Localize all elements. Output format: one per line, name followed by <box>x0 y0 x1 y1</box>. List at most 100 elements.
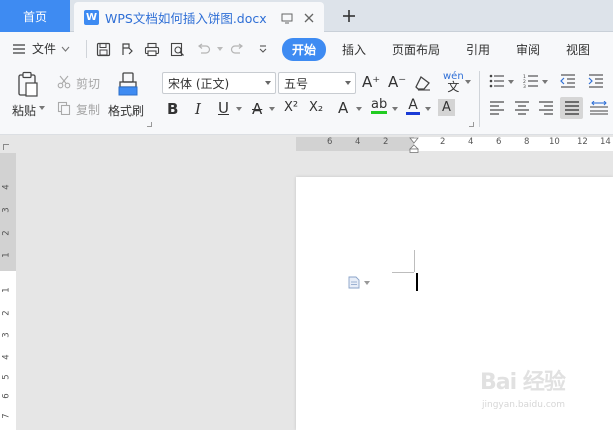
text-effect-dropdown-icon[interactable] <box>356 107 362 111</box>
cut-label[interactable]: 剪切 <box>76 75 100 92</box>
redo-icon[interactable] <box>228 40 246 58</box>
vertical-ruler[interactable]: 4 3 2 1 1 2 3 4 5 6 7 <box>0 153 16 430</box>
font-color-bar <box>406 112 420 115</box>
align-center-icon[interactable] <box>514 100 530 116</box>
title-tab-bar: 首页 W WPS文档如何插入饼图.docx <box>0 0 613 32</box>
ruler-number: 4 <box>468 137 474 147</box>
distribute-icon[interactable] <box>589 100 609 116</box>
close-tab-icon[interactable] <box>302 11 316 25</box>
wps-writer-icon: W <box>84 9 99 25</box>
undo-icon[interactable] <box>194 40 212 58</box>
char-shading-button[interactable]: A <box>438 99 455 116</box>
subscript-button[interactable]: X₂ <box>309 100 323 115</box>
align-right-icon[interactable] <box>538 100 554 116</box>
ruler-number: 2 <box>440 137 446 147</box>
paste-icon[interactable] <box>14 70 42 100</box>
ruler-number: 6 <box>1 393 12 399</box>
grow-font-button[interactable]: A⁺ <box>362 73 380 91</box>
underline-dropdown-icon[interactable] <box>236 107 242 111</box>
tab-view[interactable]: 视图 <box>566 41 590 58</box>
superscript-button[interactable]: X² <box>284 100 298 115</box>
indent-marker-icon[interactable] <box>409 137 419 153</box>
ruler-number: 4 <box>1 354 12 360</box>
ruler-number: 5 <box>1 374 12 380</box>
ruler-number: 3 <box>1 207 12 213</box>
bullet-dropdown-icon[interactable] <box>508 80 514 84</box>
format-painter-icon[interactable] <box>116 70 140 98</box>
horizontal-ruler[interactable]: 6 4 2 2 4 6 8 10 12 14 <box>0 135 613 153</box>
tab-references[interactable]: 引用 <box>466 41 490 58</box>
clipboard-dialog-launcher[interactable] <box>147 122 152 127</box>
decrease-indent-icon[interactable] <box>560 73 576 89</box>
copy-icon[interactable] <box>57 101 71 115</box>
chevron-down-icon <box>61 46 70 52</box>
highlight-button[interactable]: ab <box>371 98 387 114</box>
highlight-glyph: ab <box>371 97 388 112</box>
tab-home[interactable]: 首页 <box>0 0 70 32</box>
font-color-button[interactable]: A <box>406 98 420 115</box>
paste-label[interactable]: 粘贴 <box>12 102 36 119</box>
copy-label[interactable]: 复制 <box>76 101 100 118</box>
ruler-number: 2 <box>1 310 12 316</box>
strikethrough-dropdown-icon[interactable] <box>269 107 275 111</box>
tab-review[interactable]: 审阅 <box>516 41 540 58</box>
chevron-down-icon <box>364 280 370 285</box>
ruler-number: 2 <box>1 230 12 236</box>
font-name-select[interactable]: 宋体 (正文) <box>162 72 276 94</box>
increase-indent-icon[interactable] <box>588 73 604 89</box>
export-icon[interactable] <box>118 40 136 58</box>
tab-document[interactable]: W WPS文档如何插入饼图.docx <box>74 2 324 32</box>
font-size-select[interactable]: 五号 <box>278 72 356 94</box>
tab-home-ribbon[interactable]: 开始 <box>282 38 327 61</box>
justify-icon[interactable] <box>560 97 583 119</box>
pinyin-dropdown-icon[interactable] <box>465 80 471 84</box>
clear-format-icon[interactable] <box>414 74 432 92</box>
ruler-number: 10 <box>549 137 560 147</box>
undo-dropdown-icon[interactable] <box>211 40 229 58</box>
ribbon-separator <box>479 71 480 127</box>
italic-button[interactable]: I <box>195 100 201 118</box>
watermark-text: Bai 经验 <box>480 370 566 395</box>
tab-insert[interactable]: 插入 <box>342 41 366 58</box>
align-left-icon[interactable] <box>489 100 505 116</box>
font-name-value: 宋体 (正文) <box>168 76 230 91</box>
new-tab-button[interactable] <box>339 5 359 27</box>
bullet-list-icon[interactable] <box>489 73 505 89</box>
window-mode-icon[interactable] <box>280 11 294 25</box>
text-cursor <box>416 273 418 291</box>
file-menu-button[interactable]: 文件 <box>12 40 70 57</box>
ruler-number: 4 <box>1 184 12 190</box>
tab-page-layout[interactable]: 页面布局 <box>392 41 440 58</box>
margin-corner-mark <box>414 250 415 272</box>
numbering-dropdown-icon[interactable] <box>542 80 548 84</box>
tab-stop-selector[interactable] <box>3 144 9 150</box>
font-color-dropdown-icon[interactable] <box>425 107 431 111</box>
highlight-dropdown-icon[interactable] <box>392 107 398 111</box>
ruler-number: 8 <box>524 137 530 147</box>
font-size-value: 五号 <box>284 76 309 91</box>
tab-home-label: 首页 <box>22 9 47 24</box>
print-preview-icon[interactable] <box>168 40 186 58</box>
ruler-number: 7 <box>1 413 12 419</box>
bold-button[interactable]: B <box>167 100 178 118</box>
strikethrough-button[interactable]: A <box>252 100 262 118</box>
ruler-number: 4 <box>355 137 361 147</box>
underline-button[interactable]: U <box>218 99 229 117</box>
format-painter-label[interactable]: 格式刷 <box>108 102 144 119</box>
ruler-number: 1 <box>1 287 12 293</box>
cut-icon[interactable] <box>57 75 71 89</box>
shrink-font-button[interactable]: A⁻ <box>388 73 406 91</box>
text-effect-button[interactable]: A <box>338 99 348 117</box>
pinyin-guide-button[interactable]: wén 文 <box>443 71 464 93</box>
paragraph-layout-button[interactable] <box>348 276 370 289</box>
font-dialog-launcher[interactable] <box>469 122 474 127</box>
ruler-number: 3 <box>1 332 12 338</box>
numbered-list-icon[interactable]: 123 <box>523 73 539 89</box>
customize-toolbar-icon[interactable] <box>254 40 272 58</box>
ruler-number: 1 <box>1 252 12 258</box>
print-icon[interactable] <box>143 40 161 58</box>
save-icon[interactable] <box>94 40 112 58</box>
paste-dropdown-icon[interactable] <box>39 106 45 110</box>
svg-text:3: 3 <box>523 84 526 88</box>
document-layout-icon <box>348 276 360 289</box>
